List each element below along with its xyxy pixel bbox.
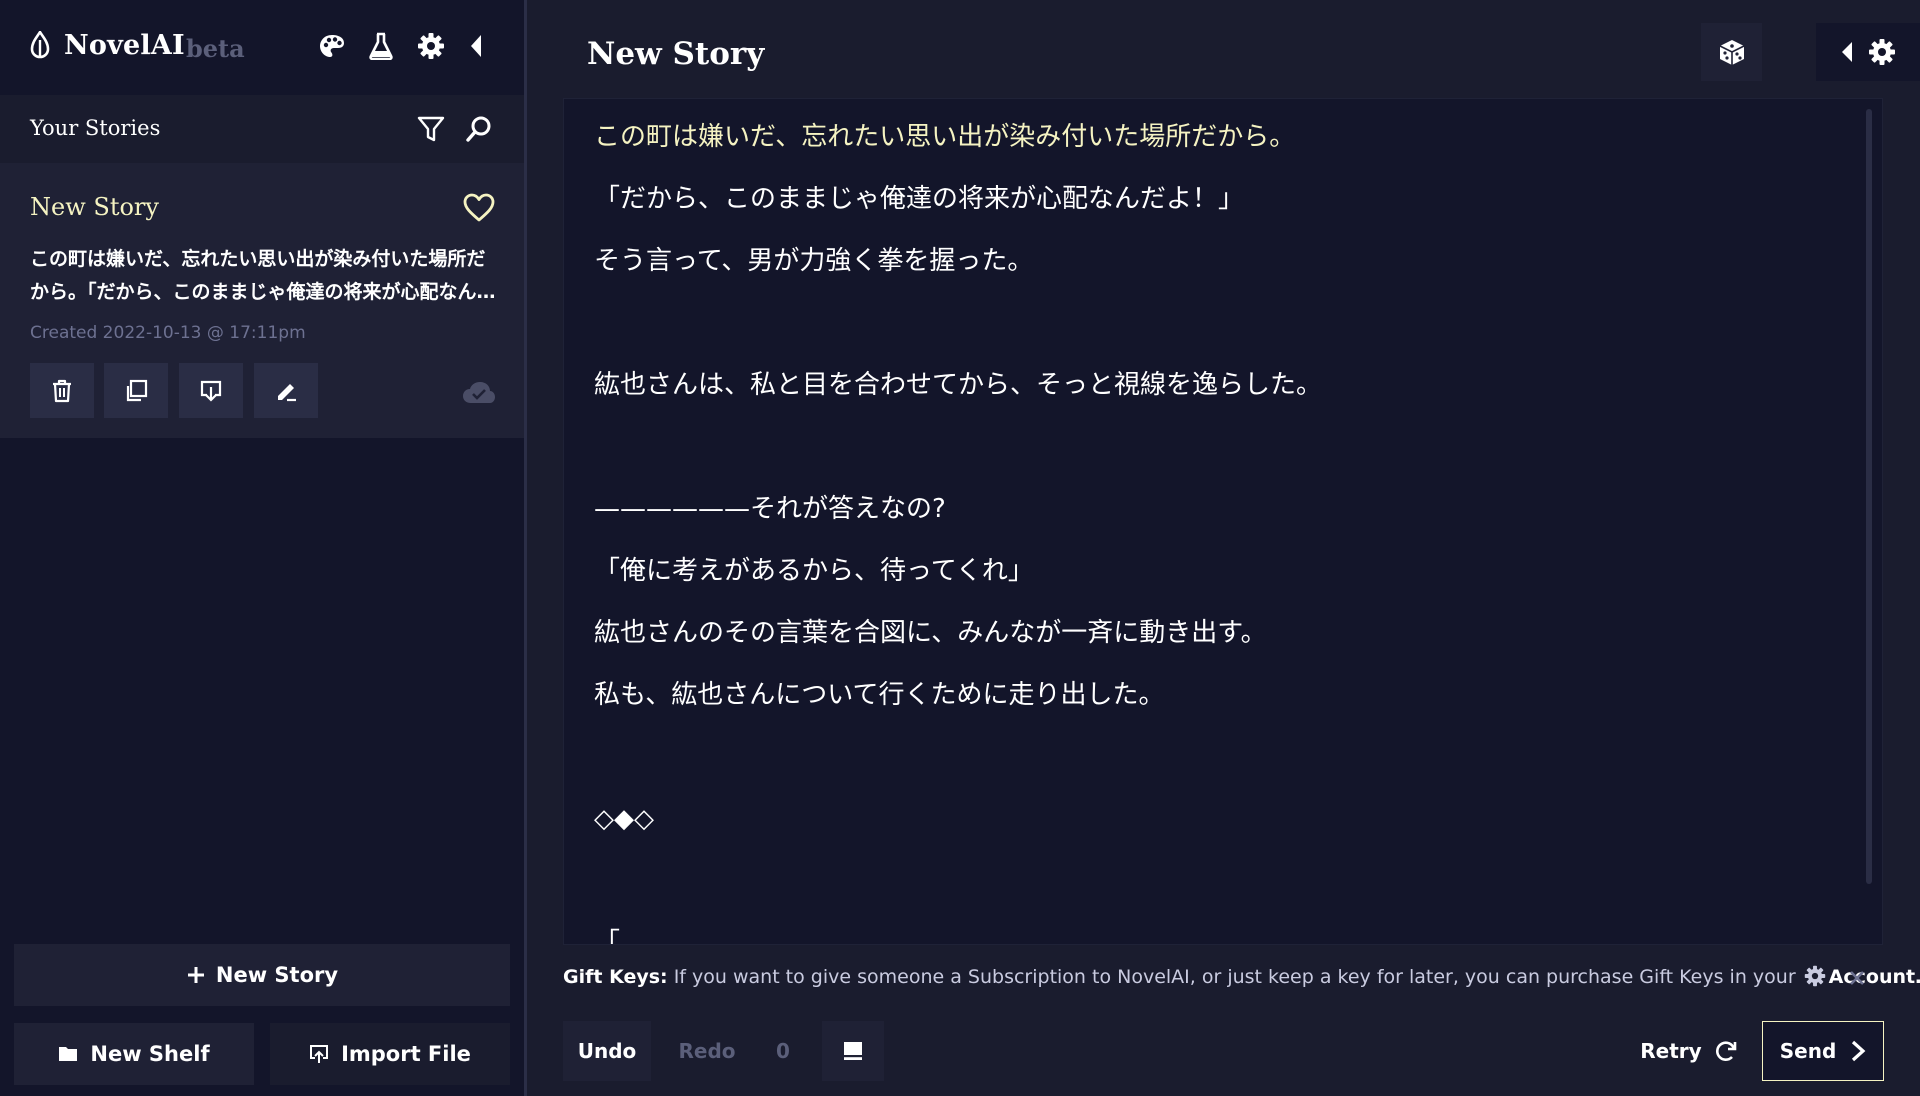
new-story-button[interactable]: New Story [14,944,510,1006]
sidebar-header: NovelAI beta [0,0,524,95]
story-line [594,425,1322,487]
flask-icon[interactable] [368,32,394,60]
story-card-created-date: Created 2022-10-13 @ 17:11pm [30,323,306,343]
brand-beta-tag: beta [186,34,245,63]
undo-button[interactable]: Undo [563,1021,651,1081]
new-shelf-button[interactable]: New Shelf [14,1023,254,1085]
story-line: 紘也さんのその言葉を合図に、みんなが一斉に動き出す。 [594,618,1267,648]
cloud-icon [462,381,496,405]
gear-icon [1804,965,1826,987]
palette-icon[interactable] [318,32,346,60]
panel-icon [842,1040,864,1062]
retry-button[interactable]: Retry [1628,1021,1750,1081]
duplicate-story-button[interactable] [104,363,168,418]
brand-name: NovelAI [64,30,185,61]
story-line [594,301,1322,363]
story-line: そう言って、男が力強く拳を握った。 [594,246,1034,276]
collapse-left-icon[interactable] [468,32,484,60]
story-card-excerpt: この町は嫌いだ、忘れたい思い出が染み付いた場所だから。「だから、このままじゃ俺達… [30,248,496,303]
story-line: この町は嫌いだ、忘れたい思い出が染み付いた場所だから。 [594,122,1296,152]
token-view-button[interactable] [822,1021,884,1081]
story-line: ◇◆◇ [594,804,654,834]
search-icon[interactable] [465,115,493,143]
trash-icon [51,379,73,403]
sidebar-divider [524,0,527,1096]
chevron-right-icon [1850,1040,1866,1062]
gift-keys-label: Gift Keys: [563,966,668,988]
edit-icon [274,379,298,403]
story-title[interactable]: New Story [587,36,764,72]
story-line: ——————それが答えなの? [594,494,946,524]
plus-icon [186,965,206,985]
gift-keys-text: If you want to give someone a Subscripti… [673,966,1796,988]
randomize-button[interactable] [1701,23,1762,81]
story-line: 「俺に考えがあるから、待ってくれ」 [594,556,1034,586]
story-line: 「 [594,928,621,945]
story-text: この町は嫌いだ、忘れたい思い出が染み付いた場所だから。 「だから、このままじゃ俺… [594,115,1323,945]
story-editor[interactable]: この町は嫌いだ、忘れたい思い出が染み付いた場所だから。 「だから、このままじゃ俺… [563,98,1883,945]
duplicate-icon [124,379,148,403]
gift-keys-notice: Gift Keys: If you want to give someone a… [563,965,1920,988]
heart-icon[interactable] [462,193,496,223]
story-line [594,859,1322,921]
settings-panel-toggle[interactable] [1816,23,1920,81]
upload-icon [309,1044,329,1064]
new-shelf-label: New Shelf [90,1042,210,1066]
edit-story-button[interactable] [254,363,318,418]
new-story-label: New Story [215,963,339,987]
retry-label: Retry [1640,1039,1702,1063]
send-label: Send [1779,1039,1837,1063]
undo-history-count: 0 [754,1021,812,1081]
delete-story-button[interactable] [30,363,94,418]
editor-scrollbar[interactable] [1866,109,1872,884]
gear-icon [1868,38,1896,66]
download-icon [199,379,223,403]
redo-button[interactable]: Redo [665,1021,749,1081]
download-story-button[interactable] [179,363,243,418]
story-line [594,735,1322,797]
close-icon[interactable] [1849,970,1865,986]
import-file-button[interactable]: Import File [270,1023,510,1085]
sidebar: NovelAI beta Your Stories New Story この町は… [0,0,524,1096]
stories-header: Your Stories [0,95,524,163]
import-file-label: Import File [341,1042,471,1066]
story-line: 私も、紘也さんについて行くために走り出した。 [594,680,1165,710]
refresh-icon [1714,1039,1738,1063]
gear-icon[interactable] [417,32,445,60]
send-button[interactable]: Send [1762,1021,1884,1081]
filter-icon[interactable] [417,115,445,143]
quill-logo-icon [28,31,52,59]
your-stories-heading: Your Stories [30,116,161,140]
story-card-title: New Story [30,193,159,221]
dice-icon [1718,38,1746,66]
folder-icon [58,1045,78,1063]
story-line: 「だから、このままじゃ俺達の将来が心配なんだよ！」 [594,184,1245,214]
account-link[interactable]: Account… [1829,966,1920,988]
story-card[interactable]: New Story この町は嫌いだ、忘れたい思い出が染み付いた場所だから。「だか… [0,163,524,438]
expand-left-icon [1840,40,1854,64]
story-line: 紘也さんは、私と目を合わせてから、そっと視線を逸らした。 [594,370,1323,400]
